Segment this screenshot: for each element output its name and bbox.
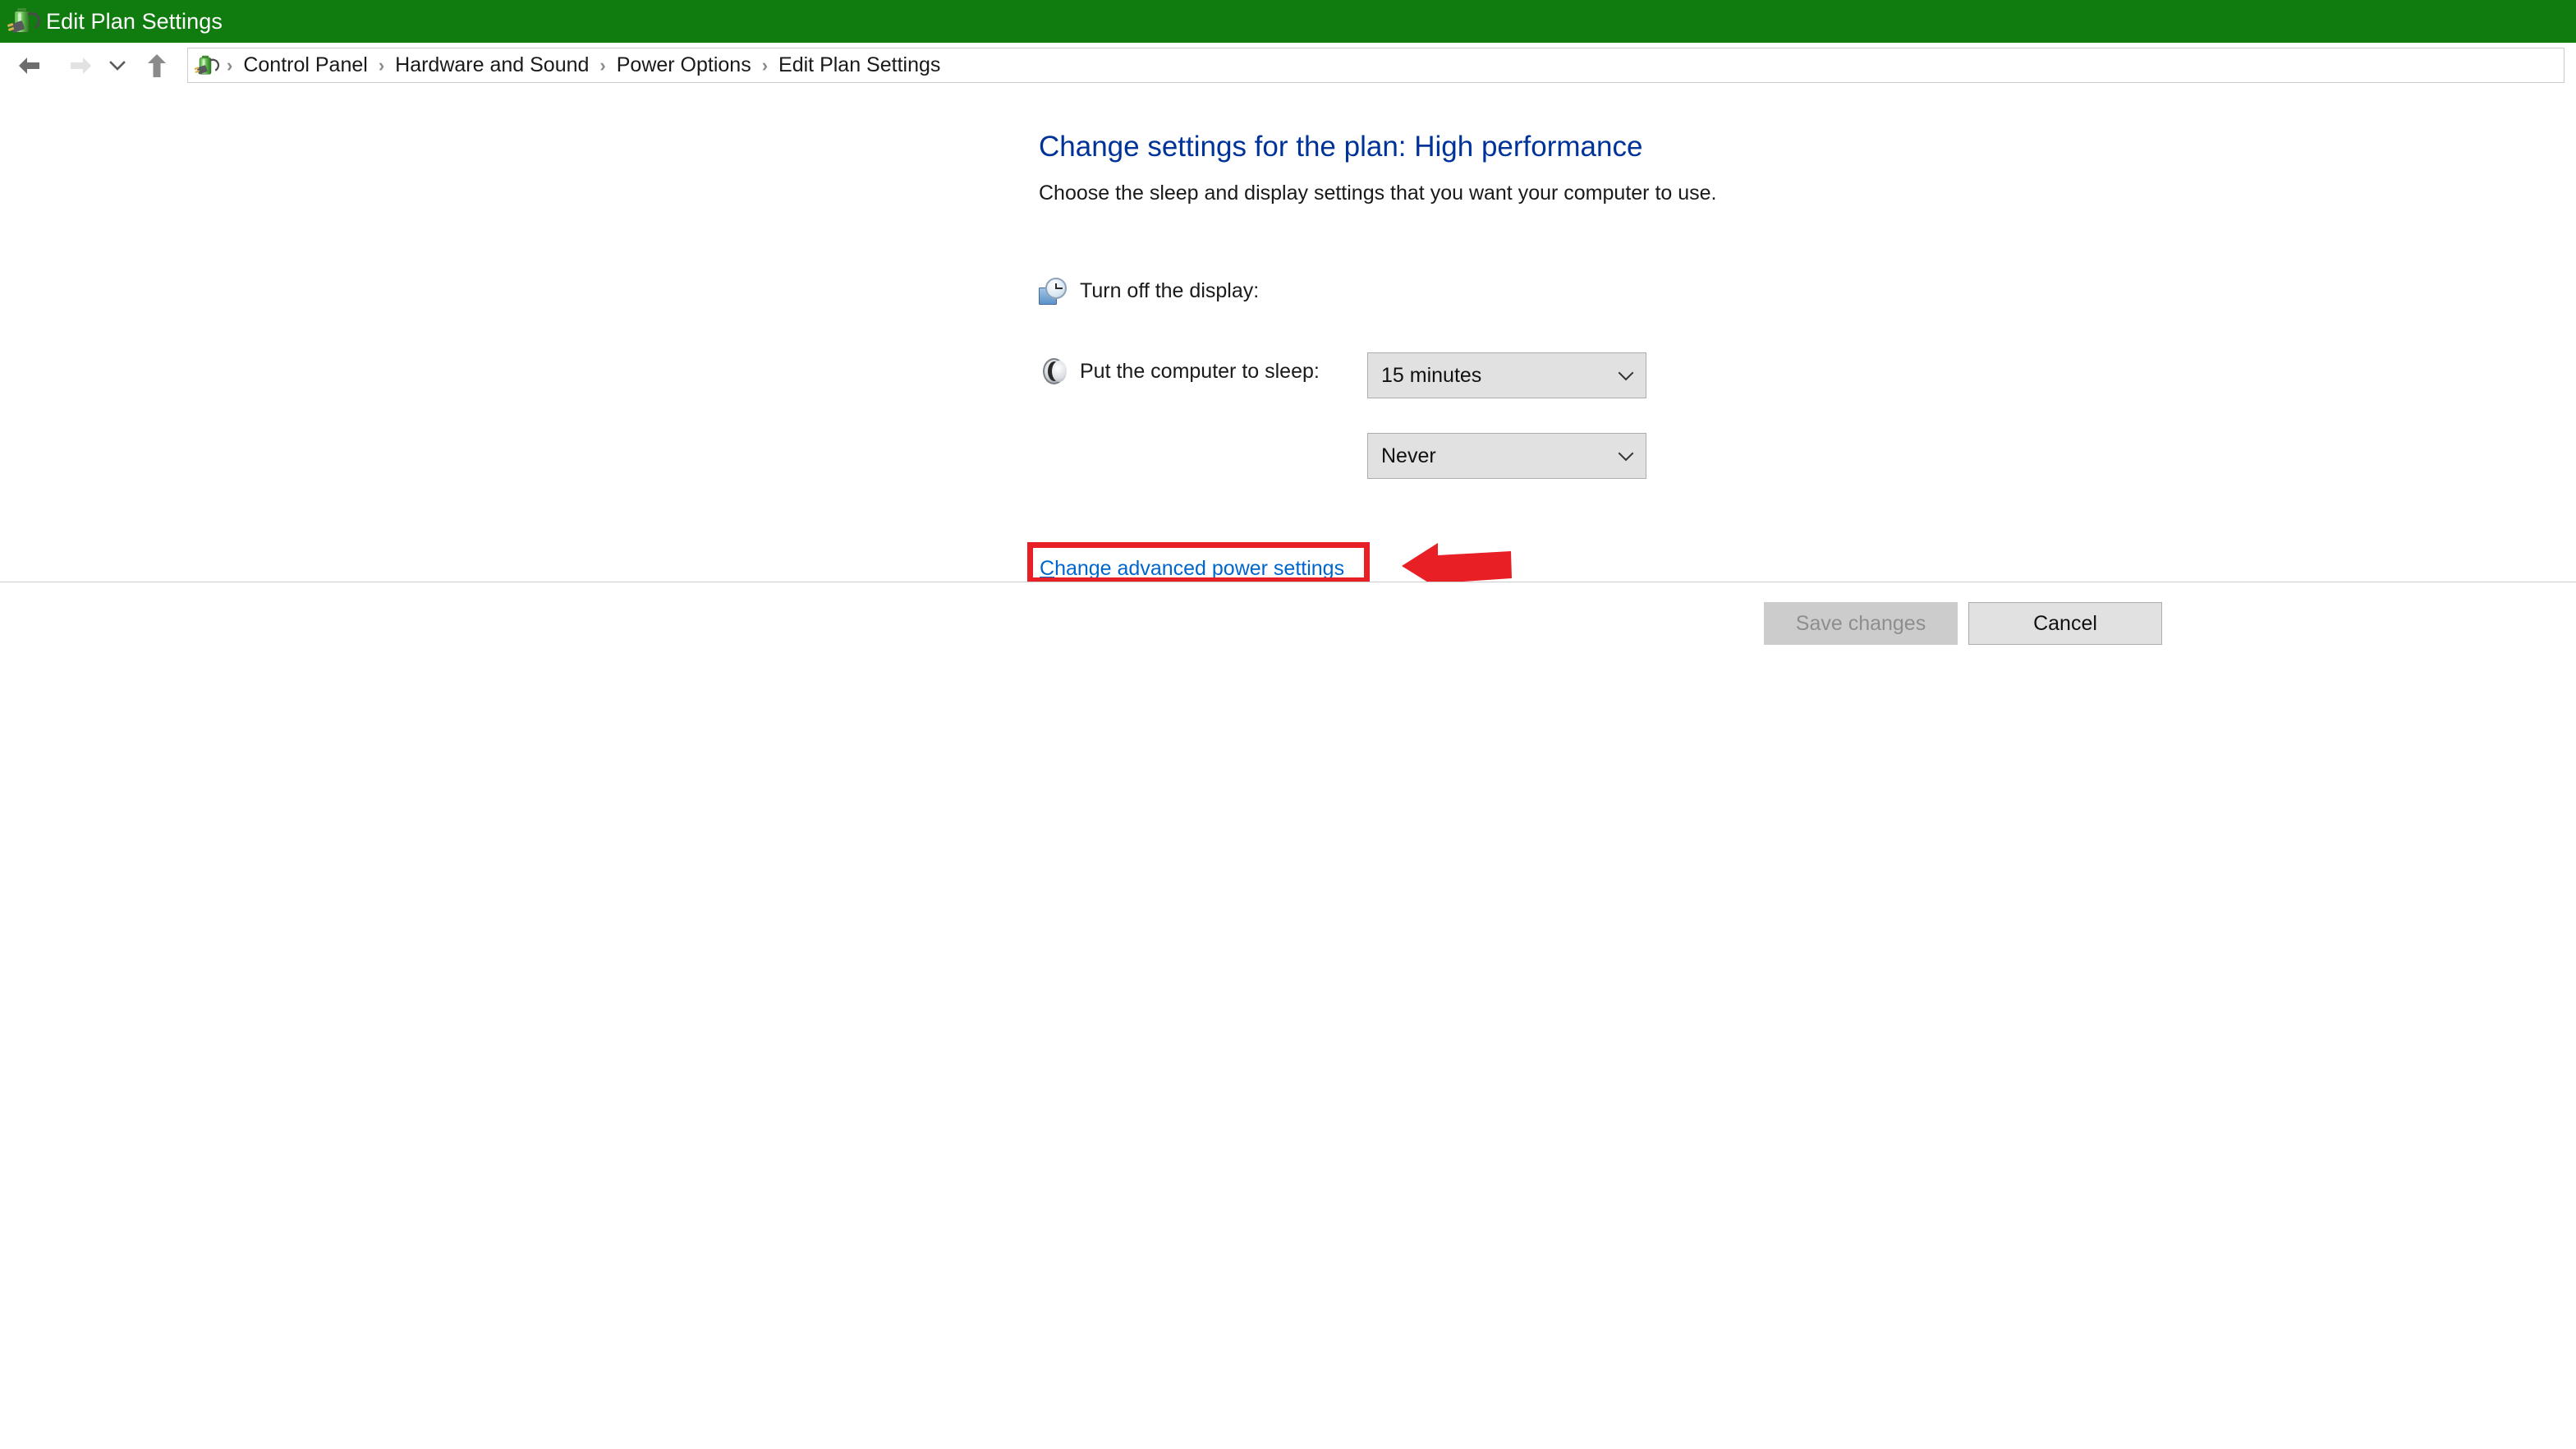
address-bar-icon [196,55,218,76]
breadcrumb-separator[interactable]: › [370,57,393,75]
address-bar[interactable]: › Control Panel › Hardware and Sound › P… [187,48,2565,83]
page-title: Change settings for the plan: High perfo… [1039,132,1642,161]
forward-arrow-icon [66,54,94,77]
setting-row-turn-off-display: Turn off the display: [1039,265,1259,316]
link-accesskey: C [1040,557,1054,580]
window-icon [10,7,38,35]
forward-button [61,47,99,85]
clock-icon [1039,276,1068,306]
put-computer-to-sleep-value: Never [1381,446,1436,467]
setting-label-put-computer-to-sleep: Put the computer to sleep: [1080,361,1320,382]
breadcrumb-separator: › [218,57,241,75]
up-one-level-button[interactable] [138,47,176,85]
navigation-bar: › Control Panel › Hardware and Sound › P… [0,43,2576,88]
setting-row-put-computer-to-sleep: Put the computer to sleep: [1039,346,1320,397]
chevron-down-icon [109,60,126,71]
setting-label-turn-off-display: Turn off the display: [1080,281,1259,301]
back-arrow-icon [16,54,44,77]
moon-icon [1039,356,1068,386]
put-computer-to-sleep-dropdown[interactable]: Never [1367,433,1646,479]
cancel-button[interactable]: Cancel [1968,602,2162,645]
window-title: Edit Plan Settings [46,11,223,33]
power-plan-battery-icon [196,55,213,71]
breadcrumb-separator[interactable]: › [590,57,614,75]
back-button[interactable] [11,47,49,85]
chevron-down-icon [1618,451,1634,461]
link-text: hange advanced power settings [1054,557,1344,580]
content-area: Change settings for the plan: High perfo… [0,88,2576,582]
recent-locations-button[interactable] [103,47,131,85]
change-advanced-power-settings-link[interactable]: Change advanced power settings [1040,559,1344,579]
breadcrumb-item-hardware-and-sound[interactable]: Hardware and Sound [393,55,590,76]
chevron-down-icon [1618,370,1634,380]
up-arrow-icon [145,53,168,79]
page-subtitle: Choose the sleep and display settings th… [1039,183,1717,204]
footer-bar: Save changes Cancel [0,582,2576,671]
save-changes-button: Save changes [1764,602,1958,645]
window-titlebar: Edit Plan Settings [0,0,2576,43]
power-plan-battery-icon [10,7,38,35]
turn-off-display-value: 15 minutes [1381,366,1481,386]
breadcrumb-item-power-options[interactable]: Power Options [615,55,753,76]
breadcrumb-separator[interactable]: › [753,57,777,75]
breadcrumb-item-edit-plan-settings[interactable]: Edit Plan Settings [777,55,942,76]
turn-off-display-dropdown[interactable]: 15 minutes [1367,352,1646,398]
breadcrumb-item-control-panel[interactable]: Control Panel [241,55,369,76]
